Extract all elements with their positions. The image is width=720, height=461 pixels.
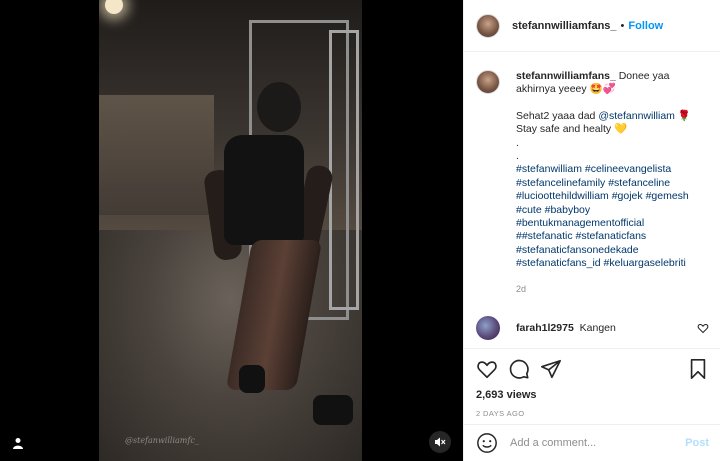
avatar[interactable] xyxy=(476,316,500,341)
comment-icon[interactable] xyxy=(508,358,530,380)
comment-row: farah1l2975 Kangen xyxy=(476,316,709,341)
add-comment-bar: Post xyxy=(464,424,720,461)
mention-link[interactable]: @stefannwilliam xyxy=(598,110,675,122)
caption: stefannwilliamfans_ Donee yaa akhirnya y… xyxy=(476,70,709,296)
video-frame-shoe xyxy=(239,365,265,393)
post-header: stefannwilliamfans_ • Follow xyxy=(464,0,720,52)
video-watermark: @stefanwilliamfc_ xyxy=(125,436,199,445)
comment-username[interactable]: farah1l2975 xyxy=(516,322,574,334)
comment-input[interactable] xyxy=(510,437,686,449)
video-frame-gym-machine-side xyxy=(329,30,359,310)
like-comment-icon[interactable] xyxy=(697,322,709,334)
video-player[interactable] xyxy=(99,0,362,461)
comment-text: farah1l2975 Kangen xyxy=(516,322,697,334)
hashtag-line[interactable]: #stefanwilliam #celineevangelista xyxy=(516,163,709,176)
hashtag-line[interactable]: #lucioottehildwilliam #gojek #gemesh xyxy=(516,190,709,203)
post-actions: 2,693 views 2 DAYS AGO xyxy=(464,348,720,418)
video-frame-person xyxy=(224,135,304,245)
caption-emoji2: 🌹 xyxy=(677,109,691,122)
caption-line3: Stay safe and healty xyxy=(516,123,612,136)
tagged-users-icon[interactable] xyxy=(8,433,28,453)
bookmark-icon[interactable] xyxy=(687,358,709,380)
comments-section: stefannwilliamfans_ Donee yaa akhirnya y… xyxy=(464,52,720,348)
caption-emoji1: 🤩💞 xyxy=(589,83,616,96)
caption-timestamp: 2d xyxy=(516,283,527,294)
video-frame-head xyxy=(257,82,301,132)
hashtag-list: #stefanwilliam #celineevangelista #stefa… xyxy=(516,163,709,270)
share-icon[interactable] xyxy=(540,358,562,380)
like-icon[interactable] xyxy=(476,358,498,380)
caption-line2: Sehat2 yaaa dad xyxy=(516,109,599,122)
video-frame-shoe xyxy=(313,395,353,425)
header-username[interactable]: stefannwilliamfans_ xyxy=(512,20,617,32)
post-date: 2 DAYS AGO xyxy=(476,409,525,418)
caption-dot: . xyxy=(516,136,519,149)
comment-body: Kangen xyxy=(579,322,616,335)
action-icons xyxy=(476,357,709,381)
hashtag-line[interactable]: ##stefanatic #stefanaticfans xyxy=(516,230,709,243)
follow-button[interactable]: Follow xyxy=(628,20,663,32)
hashtag-line[interactable]: #cute #babyboy xyxy=(516,204,709,217)
post-info-panel: stefannwilliamfans_ • Follow stefannwill… xyxy=(463,0,720,461)
separator-dot: • xyxy=(620,19,625,32)
post-comment-button[interactable]: Post xyxy=(685,437,709,449)
view-count[interactable]: 2,693 views xyxy=(476,389,709,401)
caption-username[interactable]: stefannwilliamfans_ xyxy=(516,70,616,82)
hashtag-line[interactable]: #stefanaticfans_id #keluargaselebriti xyxy=(516,257,709,270)
caption-emoji3: 💛 xyxy=(614,123,628,136)
caption-text: stefannwilliamfans_ Donee yaa akhirnya y… xyxy=(516,70,709,296)
caption-dot: . xyxy=(516,150,519,163)
hashtag-line[interactable]: #stefancelinefamily #stefanceline xyxy=(516,177,709,190)
emoji-icon[interactable] xyxy=(476,432,498,454)
media-panel: @stefanwilliamfc_ xyxy=(0,0,463,461)
video-frame-mirror xyxy=(99,95,214,215)
hashtag-line[interactable]: #bentukmanagementofficial xyxy=(516,217,709,230)
avatar[interactable] xyxy=(476,70,500,94)
avatar[interactable] xyxy=(476,13,500,38)
mute-icon[interactable] xyxy=(429,431,451,453)
hashtag-line[interactable]: #stefanaticfansonedekade xyxy=(516,244,709,257)
